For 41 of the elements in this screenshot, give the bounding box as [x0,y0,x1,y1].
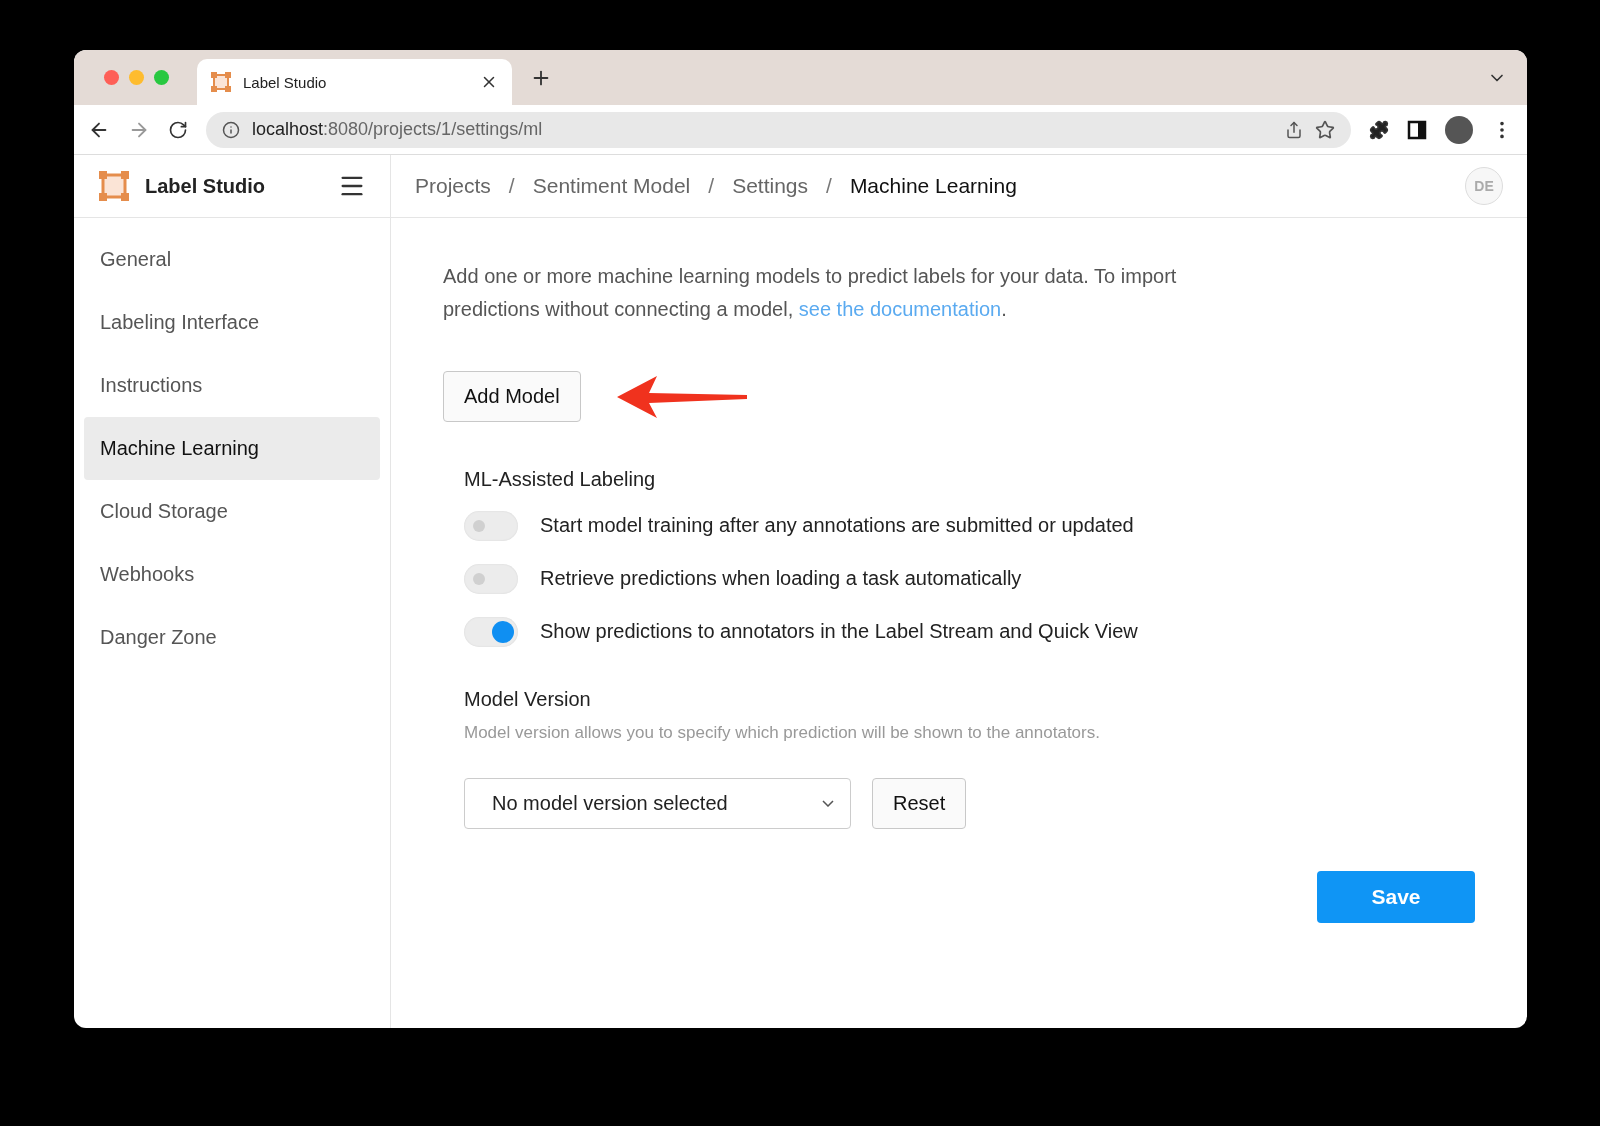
toggle-switch[interactable] [464,616,518,647]
section-title: Model Version [464,688,592,711]
puzzle-icon[interactable] [1369,119,1389,140]
reset-button[interactable]: Reset [872,778,967,829]
profile-avatar[interactable] [1445,115,1473,144]
share-icon[interactable] [1285,120,1303,139]
side-panel-icon[interactable] [1407,119,1427,140]
star-icon[interactable] [1315,119,1335,140]
reload-icon[interactable] [168,119,188,140]
section-description: Model version allows you to specify which prediction will be shown to the annotators. [464,723,1101,743]
breadcrumb-link[interactable]: Machine Learning [849,174,1017,198]
app-logo-icon [99,171,129,201]
breadcrumb-separator: / [508,174,515,198]
toggle-label: Start model training after any annotations are submitted or updated [540,514,1134,537]
toggle-switch[interactable] [464,510,518,541]
sidebar-item[interactable]: Webhooks [84,543,380,606]
breadcrumb-separator: / [708,174,715,198]
add-model-button[interactable]: Add Model [443,371,581,422]
breadcrumb-link[interactable]: Settings [732,174,809,198]
sidebar-item[interactable]: Danger Zone [84,606,380,669]
breadcrumb-link[interactable]: Projects [415,174,491,198]
address-field[interactable]: localhost:8080/projects/1/settings/ml [206,111,1351,148]
toggle-switch[interactable] [464,563,518,594]
breadcrumb-link[interactable]: Sentiment Model [532,174,691,198]
tab-title: Label Studio [243,73,328,91]
toggle-label: Show predictions to annotators in the Label Stream and Quick View [540,620,1138,643]
sidebar-item[interactable]: Instructions [84,354,380,417]
chevron-down-icon [822,800,834,807]
section-title: ML-Assisted Labeling [464,468,657,491]
intro-text: Add one or more machine learning models to predict labels for your data. To import predictions without connecting a model, see the documentation. [443,264,1178,322]
info-icon[interactable] [222,120,240,139]
sidebar-item[interactable]: Machine Learning [84,417,380,480]
sidebar-item[interactable]: Cloud Storage [84,480,380,543]
model-version-select[interactable]: No model version selected [464,778,851,829]
app-name: Label Studio [145,174,266,198]
app-logo-icon [211,72,231,92]
toggle-label: Retrieve predictions when loading a task automatically [540,567,1022,590]
sidebar-item[interactable]: Labeling Interface [84,291,380,354]
sidebar-item[interactable]: General [84,228,380,291]
breadcrumb-separator: / [826,174,832,198]
browser-tab[interactable]: Label Studio [197,59,512,105]
